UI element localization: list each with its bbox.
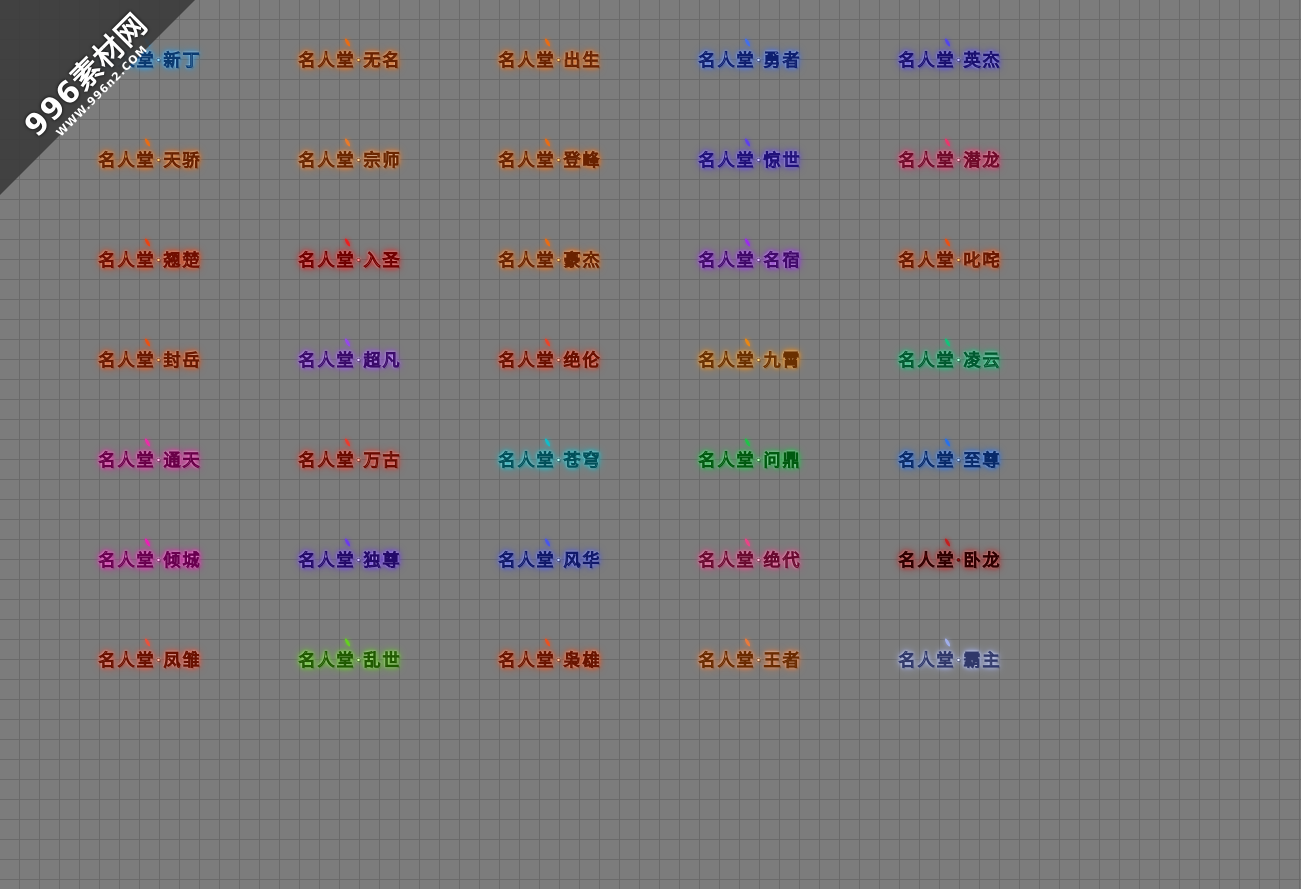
- title-label: 名人堂·豪杰: [498, 250, 602, 271]
- title-label: 名人堂·翘楚: [98, 250, 202, 271]
- title-label: 名人堂·叱咤: [898, 250, 1002, 271]
- title-badge: 名人堂·枭雄: [450, 636, 650, 680]
- title-badge: 名人堂·豪杰: [450, 236, 650, 280]
- title-label: 名人堂·九霄: [698, 350, 802, 371]
- title-badge: 名人堂·英杰: [850, 36, 1050, 80]
- title-label: 名人堂·乱世: [298, 650, 402, 671]
- title-label: 名人堂·入圣: [298, 250, 402, 271]
- title-label: 名人堂·通天: [98, 450, 202, 471]
- title-badge: 名人堂·霸主: [850, 636, 1050, 680]
- title-badge: 名人堂·绝代: [650, 536, 850, 580]
- title-label: 名人堂·至尊: [898, 450, 1002, 471]
- title-label: 名人堂·卧龙: [898, 550, 1002, 571]
- title-badge: 名人堂·苍穹: [450, 436, 650, 480]
- title-label: 名人堂·出生: [498, 50, 602, 71]
- title-label: 名人堂·惊世: [698, 150, 802, 171]
- title-label: 名人堂·万古: [298, 450, 402, 471]
- title-badge: 名人堂·九霄: [650, 336, 850, 380]
- title-badge: 名人堂·封岳: [50, 336, 250, 380]
- title-badge: 名人堂·至尊: [850, 436, 1050, 480]
- title-label: 名人堂·风华: [498, 550, 602, 571]
- title-badge: 名人堂·翘楚: [50, 236, 250, 280]
- title-badge: 名人堂·凌云: [850, 336, 1050, 380]
- title-badge: 名人堂·新丁: [50, 36, 250, 80]
- title-label: 名人堂·新丁: [98, 50, 202, 71]
- title-badge: 名人堂·风华: [450, 536, 650, 580]
- title-badge: 名人堂·入圣: [250, 236, 450, 280]
- title-badge: 名人堂·王者: [650, 636, 850, 680]
- title-label: 名人堂·问鼎: [698, 450, 802, 471]
- title-badge: 名人堂·绝伦: [450, 336, 650, 380]
- title-label: 名人堂·绝代: [698, 550, 802, 571]
- title-badge: 名人堂·登峰: [450, 136, 650, 180]
- title-badge: 名人堂·卧龙: [850, 536, 1050, 580]
- title-label: 名人堂·枭雄: [498, 650, 602, 671]
- title-badge: 名人堂·叱咤: [850, 236, 1050, 280]
- title-badge: 名人堂·问鼎: [650, 436, 850, 480]
- title-label: 名人堂·倾城: [98, 550, 202, 571]
- title-label: 名人堂·名宿: [698, 250, 802, 271]
- title-label: 名人堂·潜龙: [898, 150, 1002, 171]
- title-label: 名人堂·勇者: [698, 50, 802, 71]
- title-badge: 名人堂·倾城: [50, 536, 250, 580]
- title-badge: 名人堂·潜龙: [850, 136, 1050, 180]
- title-label: 名人堂·苍穹: [498, 450, 602, 471]
- title-label: 名人堂·无名: [298, 50, 402, 71]
- title-badge: 名人堂·名宿: [650, 236, 850, 280]
- title-badge: 名人堂·独尊: [250, 536, 450, 580]
- title-badge: 名人堂·超凡: [250, 336, 450, 380]
- title-label: 名人堂·霸主: [898, 650, 1002, 671]
- title-grid: 名人堂·新丁 名人堂·无名 名人堂·出生 名人堂·勇者 名人堂·英杰 名人堂·天骄 名人堂·…: [50, 36, 1050, 736]
- title-badge: 名人堂·无名: [250, 36, 450, 80]
- title-label: 名人堂·凌云: [898, 350, 1002, 371]
- title-label: 名人堂·天骄: [98, 150, 202, 171]
- title-label: 名人堂·凤雏: [98, 650, 202, 671]
- title-badge: 名人堂·宗师: [250, 136, 450, 180]
- title-label: 名人堂·登峰: [498, 150, 602, 171]
- title-badge: 名人堂·天骄: [50, 136, 250, 180]
- title-label: 名人堂·英杰: [898, 50, 1002, 71]
- title-label: 名人堂·封岳: [98, 350, 202, 371]
- title-badge: 名人堂·乱世: [250, 636, 450, 680]
- title-label: 名人堂·宗师: [298, 150, 402, 171]
- title-badge: 名人堂·万古: [250, 436, 450, 480]
- title-badge: 名人堂·通天: [50, 436, 250, 480]
- title-label: 名人堂·独尊: [298, 550, 402, 571]
- title-label: 名人堂·王者: [698, 650, 802, 671]
- title-badge: 名人堂·惊世: [650, 136, 850, 180]
- title-label: 名人堂·绝伦: [498, 350, 602, 371]
- title-badge: 名人堂·出生: [450, 36, 650, 80]
- title-badge: 名人堂·勇者: [650, 36, 850, 80]
- title-badge: 名人堂·凤雏: [50, 636, 250, 680]
- title-label: 名人堂·超凡: [298, 350, 402, 371]
